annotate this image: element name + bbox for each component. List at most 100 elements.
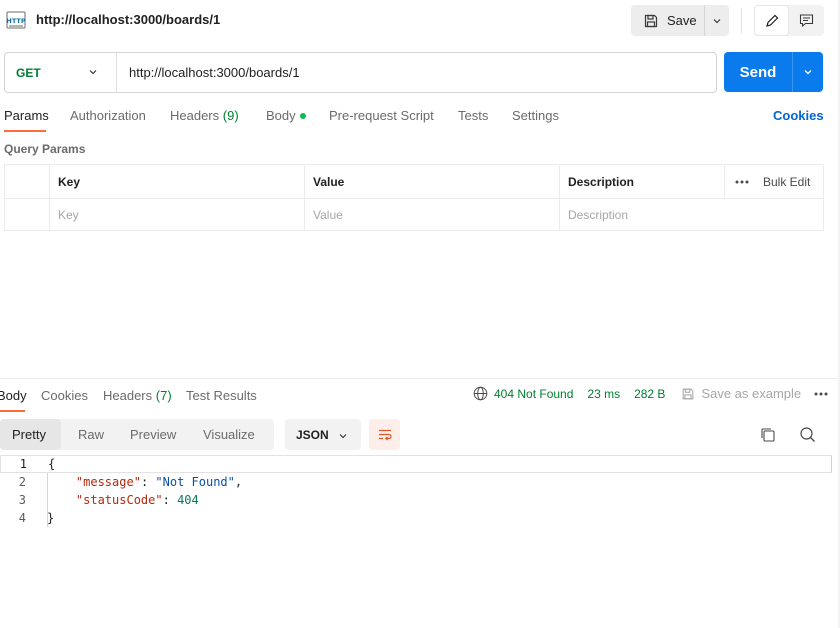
copy-icon[interactable]	[759, 426, 776, 443]
bulk-edit-label: Bulk Edit	[763, 174, 811, 189]
edit-mode-button[interactable]	[754, 5, 789, 36]
response-tab-headers[interactable]: Headers (7)	[103, 388, 172, 403]
title-bar: HTTP http://localhost:3000/boards/1 Save	[0, 0, 840, 40]
response-tab-test-results[interactable]: Test Results	[186, 388, 257, 403]
svg-text:HTTP: HTTP	[6, 17, 25, 25]
view-tab-pretty[interactable]: Pretty	[0, 419, 61, 450]
tab-params[interactable]: Params	[4, 108, 49, 123]
json-close-brace: }	[47, 511, 55, 525]
status-badge[interactable]: 404 Not Found	[494, 387, 573, 401]
checkbox-column-header	[5, 165, 50, 198]
request-tabs: Params Authorization Headers (9) Body Pr…	[0, 104, 840, 132]
view-tab-preview[interactable]: Preview	[118, 419, 191, 450]
response-headers-count: (7)	[155, 388, 172, 403]
line-number: 4	[18, 511, 26, 525]
view-tab-visualize[interactable]: Visualize	[191, 419, 274, 450]
bulk-edit-cell: Bulk Edit	[725, 165, 823, 198]
response-tab-cookies[interactable]: Cookies	[41, 388, 88, 403]
url-input[interactable]	[117, 53, 716, 92]
chevron-down-icon	[713, 18, 721, 23]
params-table-header: Key Value Description Bulk Edit	[5, 165, 823, 199]
tab-body[interactable]: Body	[266, 108, 306, 123]
response-size[interactable]: 282 B	[634, 387, 665, 401]
key-column-header: Key	[50, 165, 305, 198]
json-string-value: "Not Found"	[155, 475, 235, 489]
more-horizontal-icon[interactable]	[814, 392, 828, 396]
tab-settings[interactable]: Settings	[512, 108, 559, 123]
code-line: 3 "statusCode": 404	[0, 491, 832, 509]
view-tab-raw[interactable]: Raw	[61, 419, 118, 450]
tab-headers[interactable]: Headers (9)	[170, 108, 239, 123]
send-button-group: Send	[724, 52, 823, 92]
chevron-down-icon	[89, 70, 97, 75]
tab-authorization[interactable]: Authorization	[70, 108, 146, 123]
description-input[interactable]: Description	[560, 199, 823, 230]
toolbar-divider	[741, 8, 742, 33]
active-response-tab-indicator	[0, 410, 25, 412]
save-as-example-button[interactable]: Save as example	[681, 386, 801, 401]
params-table: Key Value Description Bulk Edit Key Valu…	[4, 164, 824, 231]
pencil-icon	[765, 14, 778, 27]
response-body-viewer[interactable]: 1 { 2 "message": "Not Found", 3 "statusC…	[0, 455, 832, 628]
comments-button[interactable]	[789, 5, 824, 36]
code-line: 1 {	[0, 455, 832, 473]
active-tab-indicator	[4, 130, 46, 132]
json-key: "statusCode"	[75, 493, 163, 507]
code-text: }	[47, 511, 54, 525]
save-icon	[683, 388, 694, 399]
wrap-lines-button[interactable]	[369, 419, 400, 450]
tab-tests[interactable]: Tests	[458, 108, 488, 123]
body-indicator-dot	[299, 112, 306, 119]
table-row: Key Value Description	[5, 199, 823, 230]
save-options-button[interactable]	[704, 5, 729, 36]
send-options-button[interactable]	[792, 52, 823, 92]
bulk-edit-button[interactable]: Bulk Edit	[725, 175, 810, 189]
line-number: 2	[18, 475, 26, 489]
tab-pre-request-script[interactable]: Pre-request Script	[329, 108, 434, 123]
value-input[interactable]: Value	[305, 199, 560, 230]
line-number: 3	[18, 493, 26, 507]
view-mode-toggle	[754, 5, 824, 36]
save-button[interactable]: Save	[631, 5, 704, 36]
more-horizontal-icon	[735, 180, 749, 183]
save-label: Save	[667, 13, 697, 28]
code-line: 2 "message": "Not Found",	[0, 473, 832, 491]
save-icon	[644, 14, 658, 27]
code-line: 4 }	[0, 509, 832, 527]
headers-count: (9)	[222, 108, 239, 123]
value-column-header: Value	[305, 165, 560, 198]
json-number-value: 404	[177, 493, 199, 507]
save-as-example-label: Save as example	[701, 386, 802, 401]
response-time[interactable]: 23 ms	[587, 387, 620, 401]
response-headers-label: Headers	[103, 388, 153, 403]
line-number: 1	[19, 457, 27, 471]
request-title[interactable]: http://localhost:3000/boards/1	[36, 12, 220, 27]
response-meta: 404 Not Found 23 ms 282 B Save as exampl…	[473, 386, 801, 401]
format-label: JSON	[296, 427, 329, 442]
key-input[interactable]: Key	[50, 199, 305, 230]
method-select[interactable]: GET	[5, 53, 117, 92]
globe-icon[interactable]	[473, 386, 488, 401]
indent-guide	[47, 473, 48, 527]
comment-icon	[799, 14, 814, 28]
response-tab-body[interactable]: Body	[0, 388, 27, 403]
format-select[interactable]: JSON	[285, 419, 361, 450]
url-bar: GET	[4, 52, 717, 93]
json-open-brace: {	[48, 457, 56, 471]
http-icon: HTTP	[6, 11, 26, 29]
code-text: {	[48, 457, 55, 471]
response-divider[interactable]	[0, 378, 840, 379]
method-label: GET	[16, 65, 41, 80]
row-checkbox-cell	[5, 199, 50, 230]
code-text: "statusCode": 404	[75, 493, 199, 507]
chevron-down-icon	[339, 434, 347, 439]
wrap-icon	[378, 429, 392, 441]
code-text: "message": "Not Found",	[75, 475, 243, 489]
search-icon[interactable]	[799, 426, 816, 443]
send-button[interactable]: Send	[724, 52, 792, 92]
tab-headers-label: Headers	[170, 108, 220, 123]
query-params-title: Query Params	[4, 142, 86, 156]
cookies-link[interactable]: Cookies	[773, 108, 824, 123]
save-button-group: Save	[631, 5, 729, 36]
tab-body-label: Body	[266, 108, 296, 123]
